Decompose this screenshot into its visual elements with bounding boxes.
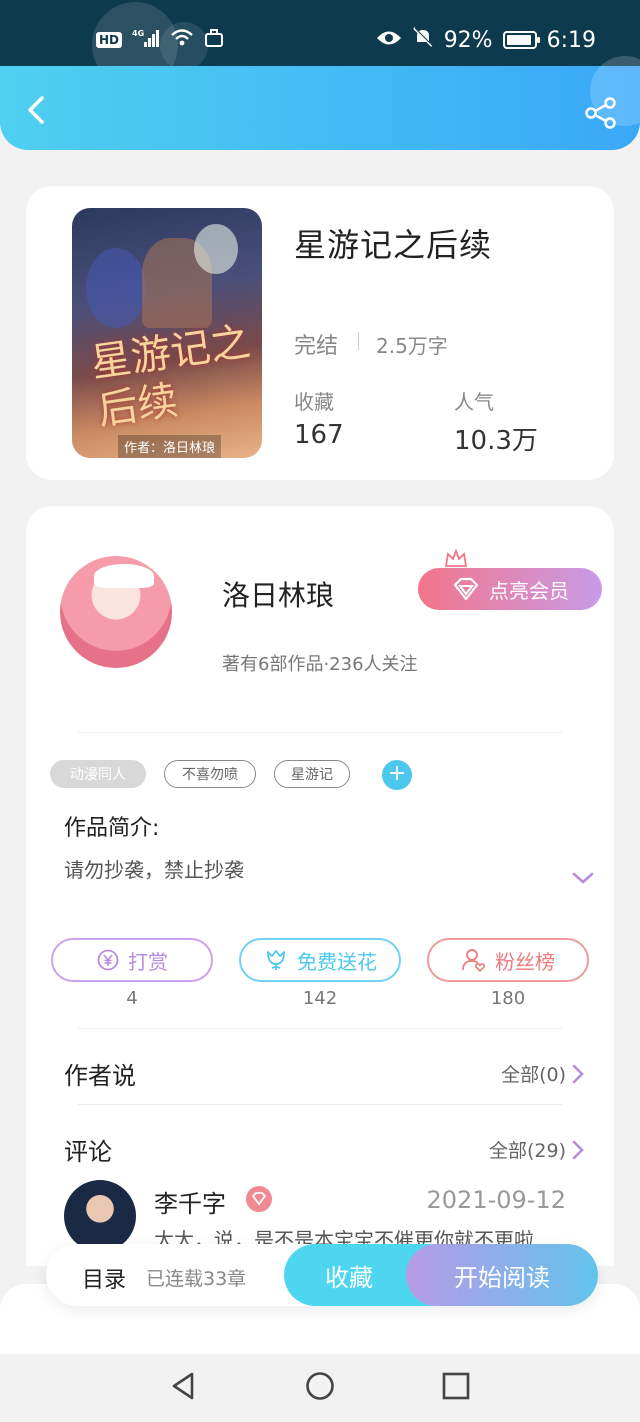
cover-author: 作者：洛日林琅	[118, 435, 222, 458]
vip-badge-icon	[246, 1186, 272, 1212]
status-divider	[358, 332, 359, 350]
author-name[interactable]: 洛日林琅	[222, 574, 334, 614]
mute-bell-icon	[412, 26, 434, 54]
intro-text: 请勿抄袭，禁止抄袭	[64, 858, 244, 882]
system-nav-bar	[0, 1354, 640, 1422]
tag-chip[interactable]: 不喜勿喷	[164, 760, 256, 788]
start-reading-button[interactable]: 开始阅读	[406, 1244, 598, 1306]
author-avatar[interactable]	[60, 556, 172, 668]
book-info-card: 星游记之后续 作者：洛日林琅 星游记之后续 完结 2.5万字 收藏 167 人气…	[26, 186, 614, 480]
chevron-left-icon	[28, 96, 44, 124]
bottom-action-bar: 目录 已连载33章 收藏 开始阅读	[46, 1244, 598, 1306]
battery-icon	[502, 31, 540, 49]
vip-label: 点亮会员	[489, 578, 569, 603]
send-flower-label: 免费送花	[297, 949, 377, 974]
commenter-avatar[interactable]	[64, 1180, 136, 1252]
send-flower-button[interactable]: 免费送花	[239, 938, 401, 982]
book-cover[interactable]: 星游记之后续 作者：洛日林琅	[72, 208, 262, 458]
diamond-icon	[453, 577, 479, 601]
table-of-contents-button[interactable]: 目录	[82, 1262, 126, 1294]
commenter-name[interactable]: 李千字	[154, 1184, 226, 1219]
flower-icon	[267, 950, 285, 970]
share-icon	[585, 97, 616, 129]
fan-ranking-label: 粉丝榜	[495, 949, 555, 974]
crown-icon	[444, 548, 468, 570]
status-left: HD 4G	[96, 28, 224, 52]
wifi-icon	[170, 28, 194, 52]
cover-figure	[86, 248, 146, 328]
book-word-count: 2.5万字	[376, 334, 448, 358]
author-says-count: 全部(0)	[501, 1064, 566, 1086]
book-status: 完结	[294, 334, 339, 359]
back-button[interactable]	[18, 92, 54, 128]
avatar-hat	[94, 564, 154, 588]
battery-percent: 92%	[443, 27, 493, 53]
tag-chip[interactable]: 动漫同人	[50, 760, 146, 788]
comment-date: 2021-09-12	[426, 1186, 566, 1214]
divider	[78, 732, 562, 733]
collect-label: 收藏	[325, 1263, 373, 1292]
status-right: 92% 6:19	[376, 26, 596, 54]
app-header	[0, 56, 640, 150]
home-circle-icon[interactable]	[304, 1370, 336, 1402]
eye-icon	[376, 28, 402, 53]
chapter-count: 已连载33章	[146, 1268, 247, 1290]
comments-count: 全部(29)	[488, 1140, 566, 1162]
fan-count: 180	[490, 988, 526, 1009]
tag-chip[interactable]: 星游记	[274, 760, 350, 788]
author-meta: 著有6部作品·236人关注	[222, 654, 418, 675]
author-says-title: 作者说	[64, 1062, 136, 1090]
book-title: 星游记之后续	[294, 226, 493, 264]
add-tag-button[interactable]: +	[382, 760, 412, 790]
divider	[78, 1028, 562, 1029]
popularity-label: 人气	[454, 390, 494, 414]
vip-button[interactable]: 点亮会员	[418, 568, 602, 610]
divider	[78, 1104, 562, 1105]
flower-count: 142	[302, 988, 338, 1009]
chevron-down-icon[interactable]	[570, 868, 596, 888]
chevron-right-icon	[572, 1064, 584, 1083]
share-button[interactable]	[584, 96, 618, 130]
hd-icon: HD	[96, 32, 123, 48]
cover-title: 星游记之后续	[88, 318, 254, 435]
author-says-all-link[interactable]: 全部(0)	[501, 1060, 586, 1087]
cover-figure	[194, 224, 238, 274]
start-reading-label: 开始阅读	[454, 1263, 550, 1292]
reward-label: 打赏	[128, 949, 168, 974]
comments-all-link[interactable]: 全部(29)	[489, 1136, 586, 1163]
chevron-right-icon	[572, 1140, 584, 1159]
notification-icon	[204, 28, 224, 52]
signal-icon: 4G	[132, 28, 160, 52]
fan-ranking-button[interactable]: 粉丝榜	[427, 938, 589, 982]
detail-card: 洛日林琅 著有6部作品·236人关注 点亮会员 动漫同人 不喜勿喷 星游记 + …	[26, 506, 614, 1266]
yuan-coin-icon	[97, 949, 119, 971]
intro-label: 作品简介:	[64, 816, 160, 841]
favorites-label: 收藏	[294, 390, 334, 414]
reward-button[interactable]: 打赏	[51, 938, 213, 982]
reward-count: 4	[126, 988, 138, 1009]
clock: 6:19	[546, 27, 596, 53]
fan-user-icon	[462, 949, 486, 973]
svg-text:4G: 4G	[132, 29, 144, 38]
comments-title: 评论	[64, 1138, 112, 1166]
favorites-value: 167	[294, 420, 344, 450]
back-triangle-icon[interactable]	[168, 1370, 200, 1402]
recents-square-icon[interactable]	[440, 1370, 472, 1402]
popularity-value: 10.3万	[454, 426, 538, 456]
